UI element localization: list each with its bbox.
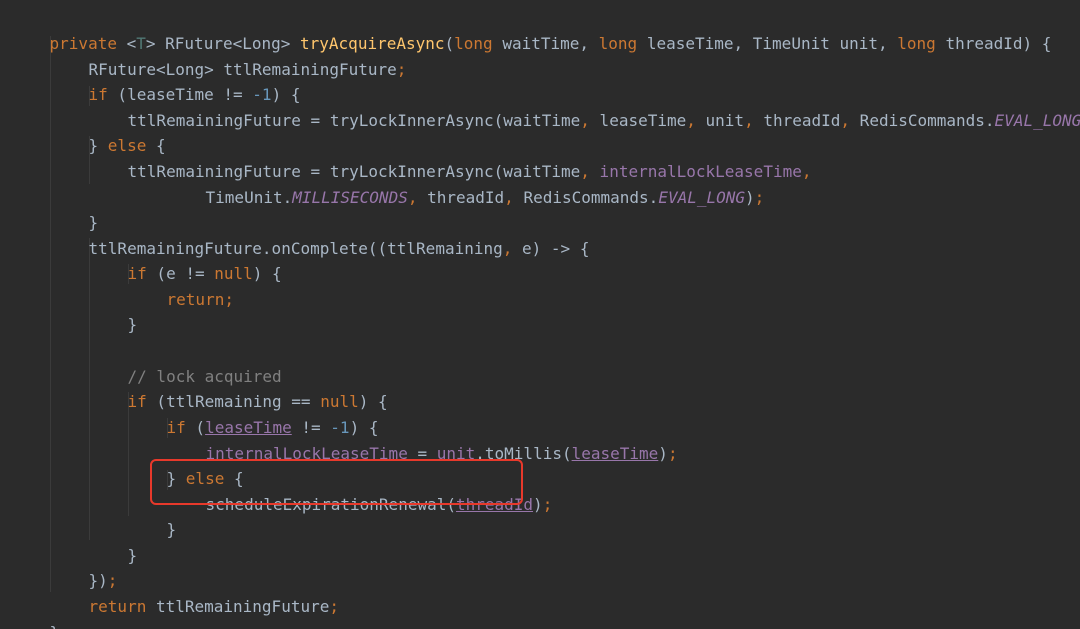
code-line[interactable]: if (ttlRemaining == null) { xyxy=(89,364,388,411)
code-line[interactable]: TimeUnit.MILLISECONDS, threadId, RedisCo… xyxy=(167,160,765,207)
brace: ) { xyxy=(252,264,282,283)
constant: EVAL_LONG xyxy=(994,111,1080,130)
semicolon: ; xyxy=(542,495,553,514)
semicolon: ; xyxy=(667,444,678,463)
code-line[interactable]: ttlRemainingFuture = tryLockInnerAsync(w… xyxy=(89,134,812,181)
highlight-box xyxy=(150,459,523,505)
code-line[interactable]: } xyxy=(50,185,99,232)
code-line[interactable]: if (leaseTime != -1) { xyxy=(128,390,379,437)
comma: , xyxy=(801,162,812,181)
code-line[interactable]: if (leaseTime != -1) { xyxy=(50,57,301,104)
code-line[interactable]: }); xyxy=(50,543,118,590)
brace: } xyxy=(50,623,60,629)
arg: unit xyxy=(695,111,745,130)
keyword-return: return xyxy=(88,597,147,616)
comma: , xyxy=(840,111,851,130)
code-line-comment[interactable]: // lock acquired xyxy=(89,339,282,386)
code-line[interactable]: internalLockLeaseTime = unit.toMillis(le… xyxy=(167,416,678,463)
semicolon: ; xyxy=(396,60,407,79)
code-line[interactable]: } xyxy=(89,287,138,334)
arg: RedisCommands. xyxy=(513,188,659,207)
code-line[interactable]: RFuture<Long> ttlRemainingFuture; xyxy=(50,32,407,79)
paren: ) xyxy=(745,188,755,207)
constant: EVAL_LONG xyxy=(658,188,746,207)
param: waitTime, xyxy=(492,34,599,53)
semicolon: ; xyxy=(329,597,339,616)
arg: TimeUnit. xyxy=(205,188,293,207)
keyword-long: long xyxy=(897,34,936,53)
code-line[interactable]: } else { xyxy=(50,108,166,155)
code-editor[interactable]: private <T> RFuture<Long> tryAcquireAsyn… xyxy=(0,0,1080,629)
lambda: e) -> { xyxy=(512,239,590,258)
arg: RedisCommands. xyxy=(850,111,995,130)
keyword-long: long xyxy=(454,34,493,53)
brace: } xyxy=(166,520,177,539)
code-line[interactable]: ttlRemainingFuture = tryLockInnerAsync(w… xyxy=(89,83,1080,130)
code-line[interactable]: } xyxy=(89,518,138,565)
arg: threadId xyxy=(417,188,505,207)
code-line[interactable]: return; xyxy=(128,262,234,309)
param: leaseTime, TimeUnit unit, xyxy=(637,34,898,53)
brace: } xyxy=(127,315,138,334)
code-line[interactable]: ttlRemainingFuture.onComplete((ttlRemain… xyxy=(50,211,590,258)
comma: , xyxy=(686,111,696,130)
return-value: ttlRemainingFuture xyxy=(146,597,330,616)
comma: , xyxy=(504,188,514,207)
semicolon: ; xyxy=(224,290,234,309)
code-line[interactable]: if (e != null) { xyxy=(89,236,282,283)
comma: , xyxy=(502,239,513,258)
brace: } xyxy=(127,546,138,565)
code-line[interactable]: } xyxy=(11,595,60,629)
comma: , xyxy=(744,111,754,130)
paren: ( xyxy=(444,34,455,53)
arg: leaseTime xyxy=(589,111,687,130)
comma: , xyxy=(580,111,590,130)
arg: threadId xyxy=(753,111,841,130)
variable-reference: leaseTime xyxy=(571,444,659,463)
code-line[interactable]: return ttlRemainingFuture; xyxy=(50,569,339,616)
constant: MILLISECONDS xyxy=(292,188,408,207)
statement: ttlRemainingFuture = tryLockInnerAsync(w… xyxy=(127,111,581,130)
semicolon: ; xyxy=(754,188,765,207)
code-line-method-signature[interactable]: private <T> RFuture<Long> tryAcquireAsyn… xyxy=(11,6,1052,53)
paren: ) xyxy=(533,495,543,514)
keyword-long: long xyxy=(598,34,638,53)
param: threadId) { xyxy=(935,34,1052,53)
paren: ) xyxy=(658,444,668,463)
keyword-return: return xyxy=(166,290,225,309)
